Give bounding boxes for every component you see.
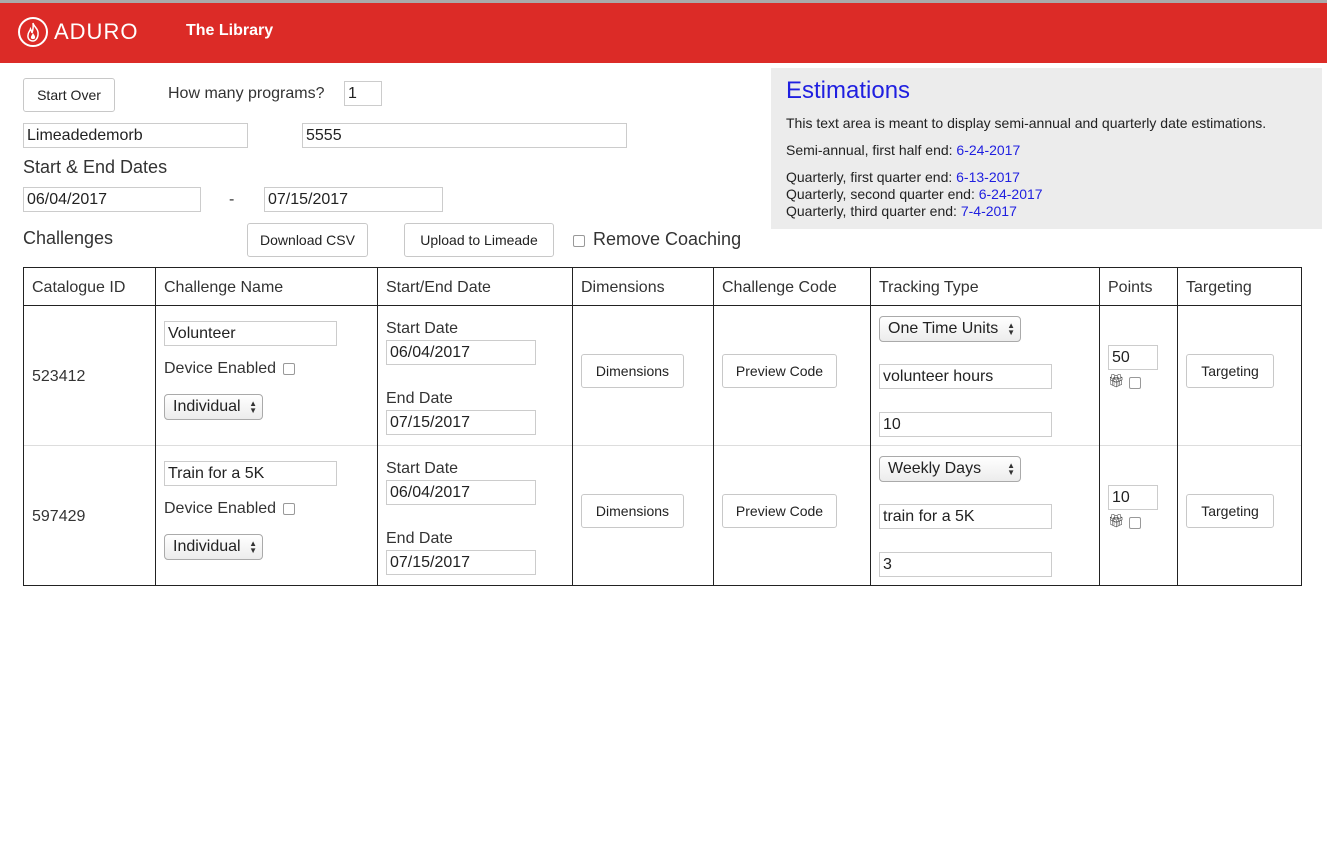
date-separator: - xyxy=(229,191,235,208)
tracking-type-value: One Time Units xyxy=(888,320,999,337)
logo-text: ADURO xyxy=(54,19,139,44)
semi-annual-label: Semi-annual, first half end: xyxy=(786,142,957,158)
end-date-input[interactable]: 07/15/2017 xyxy=(264,187,443,212)
table-header-divider xyxy=(23,305,1302,306)
semi-annual-value: 6-24-2017 xyxy=(956,142,1021,158)
points-input[interactable]: 10 xyxy=(1108,485,1158,510)
participation-select[interactable]: Individual ▲ ▼ xyxy=(164,534,263,560)
tracking-text-input[interactable]: volunteer hours xyxy=(879,364,1052,389)
end-date-label: End Date xyxy=(386,390,453,407)
programs-label: How many programs? xyxy=(168,85,325,102)
table-col-line xyxy=(1099,267,1100,586)
participation-value: Individual xyxy=(173,398,241,415)
tracking-type-value: Weekly Days xyxy=(888,460,982,477)
nav-title[interactable]: The Library xyxy=(186,22,273,40)
challenge-name-input[interactable]: Volunteer xyxy=(164,321,337,346)
preview-code-button[interactable]: Preview Code xyxy=(722,354,837,388)
header-points: Points xyxy=(1108,279,1153,296)
q3-estimate: Quarterly, third quarter end: 7-4-2017 xyxy=(786,203,1017,219)
select-arrows-icon: ▲ ▼ xyxy=(1007,321,1015,337)
challenges-heading: Challenges xyxy=(23,228,114,248)
table-col-line xyxy=(377,267,378,586)
row-start-date-input[interactable]: 06/04/2017 xyxy=(386,480,536,505)
remove-coaching-checkbox[interactable] xyxy=(573,235,585,247)
end-date-label: End Date xyxy=(386,530,453,547)
gift-icon: 🎁︎ xyxy=(1108,373,1125,388)
participation-select[interactable]: Individual ▲ ▼ xyxy=(164,394,263,420)
download-csv-button[interactable]: Download CSV xyxy=(247,223,368,257)
table-col-line xyxy=(1177,267,1178,586)
estimations-description: This text area is meant to display semi-… xyxy=(786,115,1267,131)
catalogue-id: 523412 xyxy=(32,368,86,385)
table-border-bottom xyxy=(23,585,1302,586)
dimensions-button[interactable]: Dimensions xyxy=(581,494,684,528)
q1-label: Quarterly, first quarter end: xyxy=(786,169,957,185)
programs-count-input[interactable]: 1 xyxy=(344,81,382,106)
start-date-label: Start Date xyxy=(386,460,459,477)
table-col-line xyxy=(572,267,573,586)
points-input[interactable]: 50 xyxy=(1108,345,1158,370)
header-challenge-code: Challenge Code xyxy=(722,279,837,296)
organization-input[interactable]: Limeadedemorb xyxy=(23,123,248,148)
table-col-line xyxy=(155,267,156,586)
preview-code-button[interactable]: Preview Code xyxy=(722,494,837,528)
table-col-line xyxy=(713,267,714,586)
row-end-date-input[interactable]: 07/15/2017 xyxy=(386,410,536,435)
semi-annual-estimate: Semi-annual, first half end: 6-24-2017 xyxy=(786,142,1020,158)
reward-checkbox[interactable] xyxy=(1129,517,1141,529)
targeting-button[interactable]: Targeting xyxy=(1186,494,1274,528)
header-challenge-name: Challenge Name xyxy=(164,279,284,296)
q2-estimate: Quarterly, second quarter end: 6-24-2017 xyxy=(786,186,1043,202)
catalogue-id: 597429 xyxy=(32,508,86,525)
table-col-line xyxy=(23,267,24,586)
header-targeting: Targeting xyxy=(1186,279,1252,296)
tracking-amount-input[interactable]: 10 xyxy=(879,412,1052,437)
logo[interactable]: ADURO xyxy=(18,17,138,47)
gift-icon: 🎁︎ xyxy=(1108,513,1125,528)
tracking-text-input[interactable]: train for a 5K xyxy=(879,504,1052,529)
dimensions-button[interactable]: Dimensions xyxy=(581,354,684,388)
select-arrows-icon: ▲ ▼ xyxy=(1007,461,1015,477)
row-end-date-input[interactable]: 07/15/2017 xyxy=(386,550,536,575)
q2-label: Quarterly, second quarter end: xyxy=(786,186,979,202)
tracking-type-select[interactable]: One Time Units ▲ ▼ xyxy=(879,316,1021,342)
table-col-line xyxy=(870,267,871,586)
q1-value: 6-13-2017 xyxy=(956,169,1020,185)
upload-limeade-button[interactable]: Upload to Limeade xyxy=(404,223,554,257)
start-date-input[interactable]: 06/04/2017 xyxy=(23,187,201,212)
table-row-divider xyxy=(23,445,1302,446)
header-dimensions: Dimensions xyxy=(581,279,665,296)
participation-value: Individual xyxy=(173,538,241,555)
tracking-type-select[interactable]: Weekly Days ▲ ▼ xyxy=(879,456,1021,482)
device-enabled-label: Device Enabled xyxy=(164,360,277,377)
estimations-title: Estimations xyxy=(786,77,911,104)
select-arrows-icon: ▲ ▼ xyxy=(249,399,257,415)
estimations-panel: Estimations This text area is meant to d… xyxy=(771,68,1322,229)
dates-heading: Start & End Dates xyxy=(23,157,168,177)
table-col-line xyxy=(1301,267,1302,586)
device-enabled-checkbox[interactable] xyxy=(283,363,295,375)
remove-coaching-label: Remove Coaching xyxy=(593,229,742,249)
header-tracking-type: Tracking Type xyxy=(879,279,979,296)
targeting-button[interactable]: Targeting xyxy=(1186,354,1274,388)
reward-checkbox[interactable] xyxy=(1129,377,1141,389)
program-id-input[interactable]: 5555 xyxy=(302,123,627,148)
q1-estimate: Quarterly, first quarter end: 6-13-2017 xyxy=(786,169,1020,185)
header-start-end-date: Start/End Date xyxy=(386,279,491,296)
device-enabled-label: Device Enabled xyxy=(164,500,277,517)
table-border-top xyxy=(23,267,1302,268)
device-enabled-checkbox[interactable] xyxy=(283,503,295,515)
q3-label: Quarterly, third quarter end: xyxy=(786,203,961,219)
row-start-date-input[interactable]: 06/04/2017 xyxy=(386,340,536,365)
start-over-button[interactable]: Start Over xyxy=(23,78,115,112)
tracking-amount-input[interactable]: 3 xyxy=(879,552,1052,577)
q3-value: 7-4-2017 xyxy=(960,203,1017,219)
header-catalogue-id: Catalogue ID xyxy=(32,279,126,296)
start-date-label: Start Date xyxy=(386,320,459,337)
select-arrows-icon: ▲ ▼ xyxy=(249,539,257,555)
flame-icon xyxy=(18,17,48,47)
q2-value: 6-24-2017 xyxy=(978,186,1043,202)
navbar: ADURO The Library xyxy=(0,3,1327,63)
challenge-name-input[interactable]: Train for a 5K xyxy=(164,461,337,486)
